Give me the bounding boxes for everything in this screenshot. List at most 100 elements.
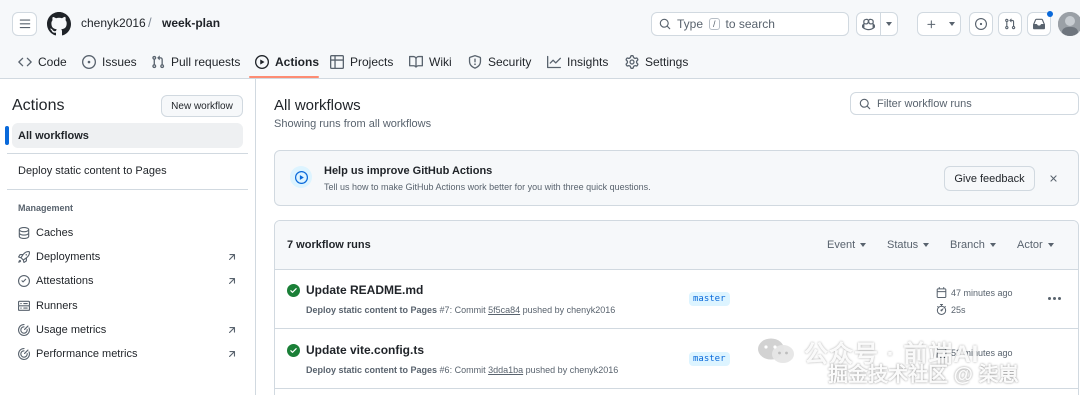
create-dropdown-caret[interactable]: [944, 13, 960, 35]
pull-requests-button[interactable]: [998, 12, 1022, 36]
link-external-icon: [228, 327, 236, 334]
event-filter-dropdown[interactable]: Event: [827, 239, 867, 251]
branch-filter-dropdown[interactable]: Branch: [950, 239, 996, 251]
sidebar-item-attestations[interactable]: Attestations: [18, 272, 238, 290]
git-pull-request-icon: [152, 55, 165, 68]
commit-label: Commit: [454, 305, 486, 315]
sidebar-title: Actions: [12, 97, 65, 114]
run-duration: 25s: [936, 304, 966, 315]
tab-settings-label: Settings: [645, 54, 689, 69]
give-feedback-button[interactable]: Give feedback: [944, 166, 1035, 191]
sidebar-item-caches[interactable]: Caches: [18, 224, 238, 242]
filter-workflow-runs-input[interactable]: Filter workflow runs: [850, 92, 1079, 115]
table-row[interactable]: Update vite.config.ts Deploy static cont…: [275, 330, 1078, 389]
status-filter-dropdown[interactable]: Status: [887, 239, 930, 251]
sidebar-item-usage-metrics[interactable]: Usage metrics: [18, 321, 238, 339]
sidebar-group-heading: Management: [18, 203, 74, 213]
global-search-input[interactable]: Type / to search: [651, 12, 849, 36]
banner-description: Tell us how to make GitHub Actions work …: [324, 182, 651, 192]
sidebar-item-label: Caches: [36, 227, 74, 239]
meter-icon: [18, 348, 30, 360]
tab-projects[interactable]: Projects: [330, 44, 393, 79]
selected-item-marker: [5, 126, 9, 145]
commit-sha-link[interactable]: 3dda1ba: [488, 365, 523, 375]
play-icon: [255, 54, 269, 69]
run-duration-value: 25s: [951, 304, 966, 315]
sidebar-item-deployments[interactable]: Deployments: [18, 248, 238, 266]
commit-sha-link[interactable]: 5f5ca84: [488, 305, 520, 315]
hamburger-icon: [19, 19, 30, 29]
tab-actions-label: Actions: [275, 54, 320, 69]
calendar-icon: [936, 347, 947, 358]
new-workflow-button[interactable]: New workflow: [161, 95, 243, 117]
sidebar-item-performance-metrics[interactable]: Performance metrics: [18, 345, 238, 363]
tab-settings[interactable]: Settings: [625, 44, 688, 79]
table-row[interactable]: Update README.md Deploy static content t…: [275, 270, 1078, 329]
filter-label: Actor: [1017, 239, 1043, 251]
branch-label[interactable]: master: [689, 352, 730, 366]
pushed-by: pushed by chenyk2016: [522, 305, 616, 315]
sidebar-item-label: Performance metrics: [36, 348, 138, 360]
breadcrumb-repo[interactable]: week-plan: [162, 16, 220, 30]
copilot-icon[interactable]: [857, 13, 880, 35]
sidebar-divider: [7, 153, 248, 154]
tab-code[interactable]: Code: [18, 44, 67, 79]
shield-icon: [468, 54, 482, 69]
play-icon: [290, 166, 312, 188]
rocket-icon: [18, 251, 30, 263]
tab-wiki[interactable]: Wiki: [409, 44, 452, 79]
tab-actions[interactable]: Actions: [255, 44, 319, 79]
github-logo-icon[interactable]: [47, 12, 71, 36]
gear-icon: [625, 54, 639, 69]
link-external-icon: [228, 278, 236, 285]
run-title-link[interactable]: Update README.md: [306, 283, 423, 297]
avatar[interactable]: [1058, 12, 1080, 36]
sidebar-item-label: Attestations: [36, 275, 94, 287]
chevron-down-icon: [989, 243, 996, 247]
breadcrumb-owner[interactable]: chenyk2016: [81, 16, 146, 30]
global-header: chenyk2016 / week-plan Type / to search: [0, 0, 1080, 44]
calendar-icon: [936, 287, 947, 298]
tab-issues[interactable]: Issues: [82, 44, 137, 79]
tab-pull-requests[interactable]: Pull requests: [151, 44, 240, 79]
run-workflow-name: Deploy static content to Pages: [306, 365, 438, 375]
active-tab-underline: [249, 76, 319, 78]
sidebar-item-runners[interactable]: Runners: [18, 297, 238, 315]
tab-insights[interactable]: Insights: [547, 44, 608, 79]
chevron-down-icon: [1047, 243, 1054, 247]
plus-icon: [926, 19, 935, 28]
menu-button[interactable]: [12, 12, 37, 36]
copilot-button[interactable]: [856, 12, 898, 36]
actions-sidebar: Actions New workflow All workflows Deplo…: [0, 79, 256, 395]
tab-security[interactable]: Security: [468, 44, 531, 79]
create-new-button[interactable]: [917, 12, 961, 36]
book-icon: [409, 55, 423, 68]
copilot-dropdown-caret[interactable]: [881, 13, 897, 35]
link-external-icon: [228, 351, 236, 358]
link-external-icon: [228, 254, 236, 261]
run-title-link[interactable]: Update vite.config.ts: [306, 343, 424, 357]
run-number: #7: [439, 305, 450, 315]
sidebar-item-workflow[interactable]: Deploy static content to Pages: [18, 165, 167, 177]
sidebar-item-all-workflows[interactable]: All workflows: [12, 123, 243, 148]
tab-code-label: Code: [38, 54, 67, 69]
branch-label[interactable]: master: [689, 292, 730, 306]
search-placeholder-suffix: to search: [725, 17, 775, 31]
search-icon: [659, 18, 671, 30]
filter-label: Event: [827, 239, 856, 251]
run-meta: Deploy static content to Pages #7: Commi…: [306, 305, 616, 315]
filter-placeholder: Filter workflow runs: [877, 97, 972, 110]
meter-icon: [18, 324, 30, 336]
filter-label: Status: [887, 239, 919, 251]
kebab-horizontal-icon[interactable]: [1048, 297, 1061, 300]
issues-button[interactable]: [969, 12, 993, 36]
chevron-down-icon: [860, 243, 867, 247]
breadcrumb-separator: /: [148, 15, 152, 30]
actor-filter-dropdown[interactable]: Actor: [1017, 239, 1054, 251]
commit-label: Commit: [454, 365, 486, 375]
tab-insights-label: Insights: [567, 54, 609, 69]
close-icon[interactable]: [1046, 171, 1060, 185]
sidebar-item-label: Deployments: [36, 251, 101, 263]
database-icon: [18, 227, 30, 239]
run-time-ago: 47 minutes ago: [951, 287, 1013, 298]
